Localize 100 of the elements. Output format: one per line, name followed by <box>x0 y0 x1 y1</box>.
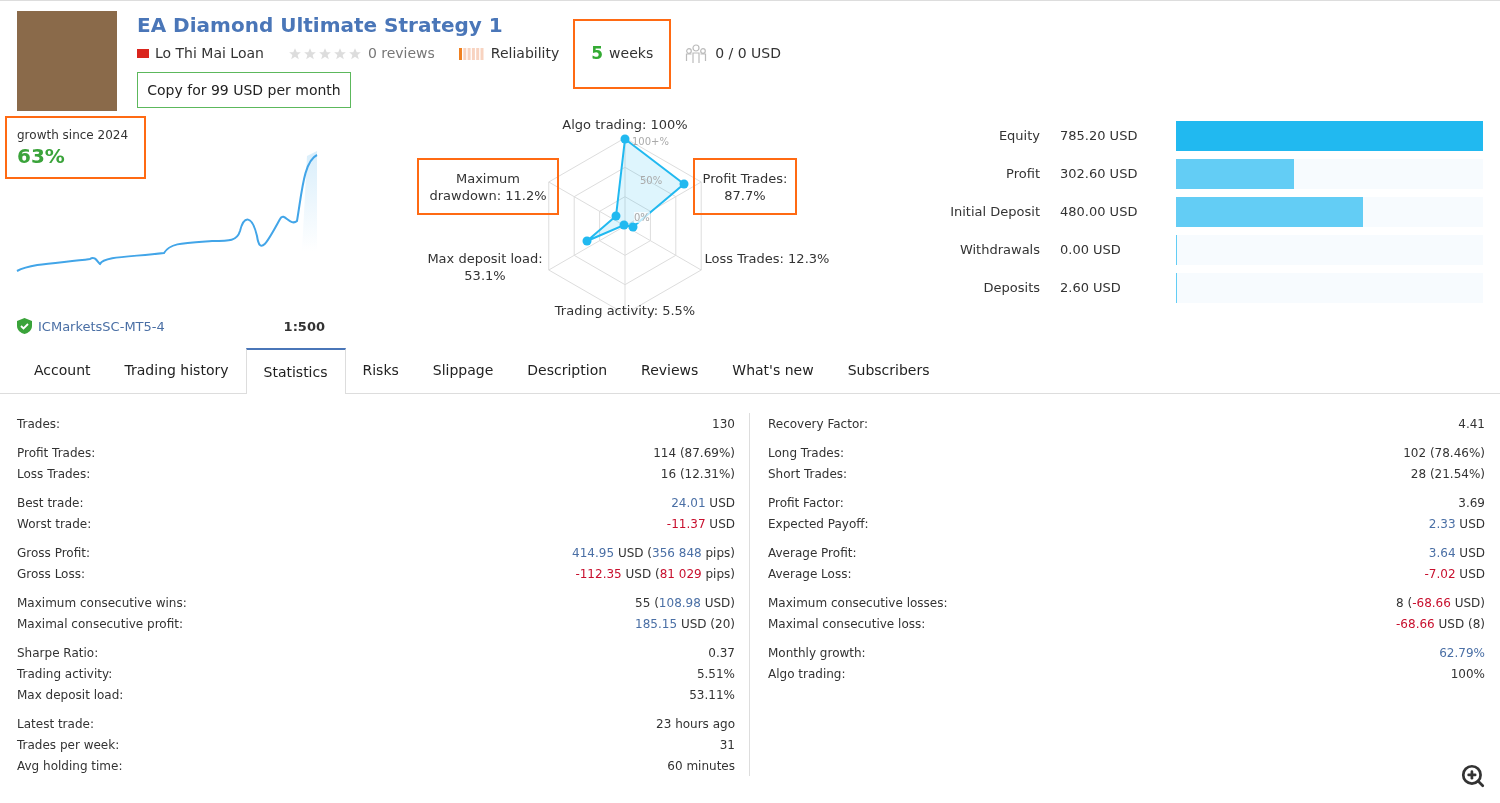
stat-label: Maximum consecutive losses: <box>768 594 948 612</box>
radar-axis-label: Profit Trades: 87.7% <box>693 158 797 215</box>
stat-label: Profit Trades: <box>17 444 96 462</box>
stat-value: 130 <box>712 415 735 433</box>
stat-value: 100% <box>1450 665 1485 683</box>
stat-label: Short Trades: <box>768 465 848 483</box>
stat-value: 4.41 <box>1458 415 1485 433</box>
stat-label: Monthly growth: <box>768 644 866 662</box>
stat-label: Algo trading: <box>768 665 846 683</box>
stat-value: 0.37 <box>708 644 735 662</box>
stat-value: 23 hours ago <box>656 715 735 733</box>
reviews-count[interactable]: 0 reviews <box>367 43 435 64</box>
people-icon <box>685 43 708 64</box>
stat-label: Max deposit load: <box>17 686 124 704</box>
stat-label: Maximal consecutive profit: <box>17 615 183 633</box>
reliability-icon <box>458 47 485 60</box>
stat-value: 55 (108.98 USD) <box>635 594 735 612</box>
balance-value: 0.00 USD <box>1059 241 1122 260</box>
tab[interactable]: What's new <box>715 348 831 393</box>
stat-label: Trading activity: <box>17 665 113 683</box>
radar-point <box>628 222 638 232</box>
stat-label: Trades per week: <box>17 736 120 754</box>
stat-label: Latest trade: <box>17 715 94 733</box>
stat-value: -68.66 USD (8) <box>1396 615 1485 633</box>
radar-tick-label: 50% <box>640 174 663 188</box>
balance-value: 785.20 USD <box>1059 127 1139 146</box>
radar-axis-label: Trading activity: 5.5% <box>553 302 697 319</box>
radar-point <box>582 236 592 246</box>
tab[interactable]: Statistics <box>245 348 346 394</box>
balance-value: 2.60 USD <box>1059 279 1122 298</box>
radar-point <box>620 134 630 144</box>
leverage-value: 1:500 <box>283 317 325 336</box>
radar-tick-label: 100+% <box>632 135 669 149</box>
stat-label: Sharpe Ratio: <box>17 644 99 662</box>
stat-value: 60 minutes <box>667 757 735 775</box>
stat-label: Expected Payoff: <box>768 515 869 533</box>
stat-label: Gross Loss: <box>17 565 85 583</box>
stat-value: 53.11% <box>689 686 735 704</box>
stat-value: 102 (78.46%) <box>1403 444 1485 462</box>
stat-label: Trades: <box>17 415 61 433</box>
stat-value: -7.02 USD <box>1424 565 1485 583</box>
stat-label: Worst trade: <box>17 515 92 533</box>
stat-label: Maximal consecutive loss: <box>768 615 926 633</box>
stat-value: -11.37 USD <box>666 515 735 533</box>
stat-label: Average Loss: <box>768 565 852 583</box>
radar-point <box>679 179 689 189</box>
zoom-icon[interactable] <box>1460 763 1486 789</box>
tab[interactable]: Account <box>17 348 108 393</box>
radar-axis-label: Maximum drawdown: 11.2% <box>417 158 559 215</box>
stat-value: 414.95 USD (356 848 pips) <box>572 544 735 562</box>
balance-value: 302.60 USD <box>1059 165 1139 184</box>
tab[interactable]: Reviews <box>624 348 716 393</box>
stat-label: Maximum consecutive wins: <box>17 594 187 612</box>
tab[interactable]: Subscribers <box>830 348 947 393</box>
stat-value: 2.33 USD <box>1428 515 1485 533</box>
radar-axis-label: Loss Trades: 12.3% <box>703 250 831 267</box>
stat-label: Profit Factor: <box>768 494 844 512</box>
radar-point <box>619 220 629 230</box>
stat-value: 28 (21.54%) <box>1410 465 1485 483</box>
copy-button[interactable]: Copy for 99 USD per month <box>137 72 351 108</box>
subscribers-count: 0 / 0 USD <box>715 44 781 63</box>
tab[interactable]: Risks <box>345 348 416 393</box>
tab[interactable]: Trading history <box>107 348 246 393</box>
author-link[interactable]: Lo Thi Mai Loan <box>155 43 264 64</box>
radar-axis-label: Algo trading: 100% <box>561 116 689 133</box>
stat-value: 185.15 USD (20) <box>635 615 735 633</box>
stat-value: 114 (87.69%) <box>653 444 735 462</box>
stat-label: Average Profit: <box>768 544 857 562</box>
stat-value: 16 (12.31%) <box>660 465 735 483</box>
stat-value: 24.01 USD <box>671 494 735 512</box>
flag-icon <box>137 49 149 58</box>
balance-label: Deposits <box>982 279 1040 298</box>
growth-value: 63% <box>17 143 66 169</box>
radar-point <box>611 211 621 221</box>
stat-value: -112.35 USD (81 029 pips) <box>575 565 735 583</box>
stat-label: Best trade: <box>17 494 84 512</box>
stat-value: 8 (-68.66 USD) <box>1396 594 1485 612</box>
shield-check-icon <box>17 318 32 335</box>
balance-label: Equity <box>997 127 1040 146</box>
growth-caption: growth since 2024 <box>17 128 130 143</box>
balance-label: Withdrawals <box>958 241 1040 260</box>
stat-label: Long Trades: <box>768 444 844 462</box>
radar-tick-label: 0% <box>634 212 650 223</box>
stat-value: 3.64 USD <box>1428 544 1485 562</box>
weeks-indicator: 5 weeks <box>573 18 672 89</box>
broker-link[interactable]: ICMarketsSC-MT5-4 <box>38 316 165 336</box>
balance-value: 480.00 USD <box>1059 203 1139 222</box>
stat-value: 5.51% <box>696 665 735 683</box>
stat-value: 62.79% <box>1439 644 1485 662</box>
stat-label: Gross Profit: <box>17 544 90 562</box>
balance-label: Initial Deposit <box>949 203 1040 222</box>
reliability-label: Reliability <box>490 44 560 63</box>
stat-label: Avg holding time: <box>17 757 123 775</box>
tab[interactable]: Slippage <box>415 348 511 393</box>
stat-value: 31 <box>719 736 735 754</box>
tab[interactable]: Description <box>510 348 625 393</box>
stat-value: 3.69 <box>1458 494 1485 512</box>
stat-label: Recovery Factor: <box>768 415 869 433</box>
radar-axis-label: Max deposit load: 53.1% <box>426 250 544 284</box>
balance-label: Profit <box>1005 165 1040 184</box>
